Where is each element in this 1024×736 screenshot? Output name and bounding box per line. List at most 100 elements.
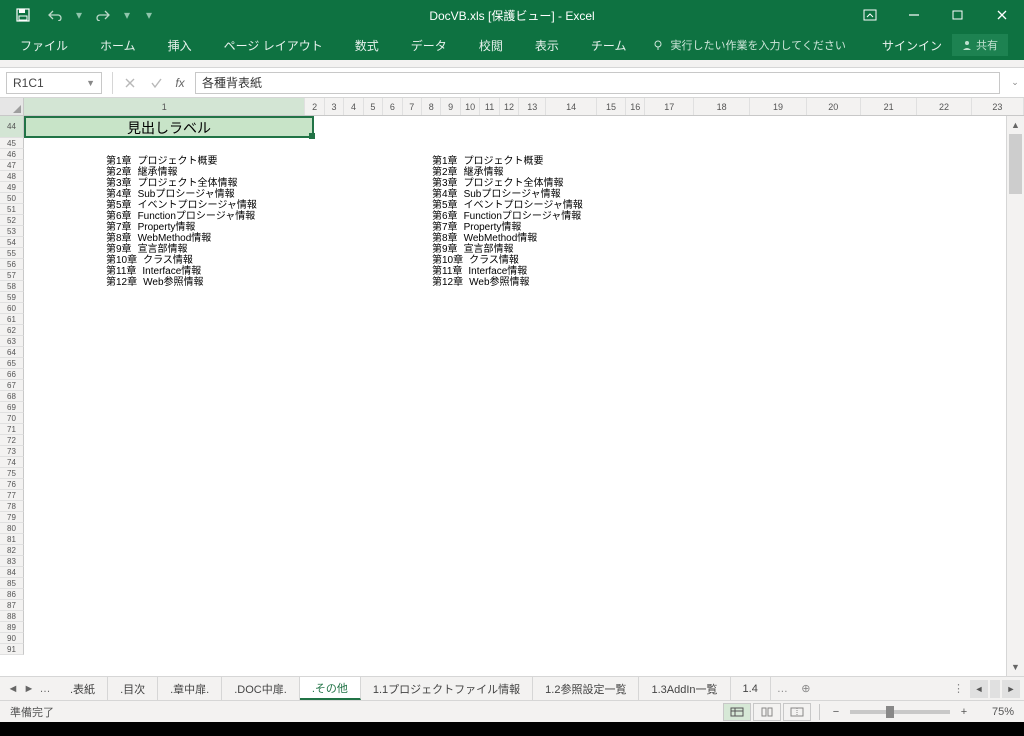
row-header[interactable]: 57 <box>0 270 24 281</box>
sheet-tab[interactable]: .その他 <box>300 677 361 700</box>
zoom-out-button[interactable]: − <box>828 706 844 718</box>
chevron-down-icon[interactable]: ▾ <box>120 8 134 22</box>
scroll-divider[interactable]: ⋮ <box>949 682 968 695</box>
column-header[interactable]: 11 <box>480 98 499 115</box>
row-header[interactable]: 56 <box>0 259 24 270</box>
row-header[interactable]: 44 <box>0 116 24 138</box>
column-header[interactable]: 15 <box>597 98 626 115</box>
row-header[interactable]: 62 <box>0 325 24 336</box>
row-header[interactable]: 50 <box>0 193 24 204</box>
row-header[interactable]: 53 <box>0 226 24 237</box>
row-header[interactable]: 63 <box>0 336 24 347</box>
insert-function-button[interactable]: fx <box>169 76 191 90</box>
tab-scroll-more[interactable]: … <box>38 683 52 695</box>
tab-scroll-first[interactable]: ◄ <box>6 683 20 695</box>
column-header[interactable]: 17 <box>645 98 694 115</box>
selected-cell[interactable]: 見出しラベル <box>24 116 314 138</box>
hscroll-left-button[interactable]: ◄ <box>970 680 988 698</box>
minimize-button[interactable] <box>892 0 936 30</box>
row-header[interactable]: 73 <box>0 446 24 457</box>
scroll-up-button[interactable]: ▲ <box>1007 116 1024 134</box>
vertical-scrollbar[interactable]: ▲ ▼ <box>1006 116 1024 676</box>
tab-home[interactable]: ホーム <box>86 30 150 60</box>
name-box[interactable]: R1C1 ▼ <box>6 72 102 94</box>
sheet-tab[interactable]: 1.1プロジェクトファイル情報 <box>361 677 533 700</box>
row-header[interactable]: 70 <box>0 413 24 424</box>
tab-more-icon[interactable]: … <box>771 683 794 695</box>
row-header[interactable]: 91 <box>0 644 24 655</box>
zoom-slider[interactable] <box>850 710 950 714</box>
undo-button[interactable] <box>40 2 70 28</box>
expand-formula-bar-button[interactable]: ⌄ <box>1006 77 1024 88</box>
chevron-down-icon[interactable]: ▾ <box>72 8 86 22</box>
row-header[interactable]: 45 <box>0 138 24 149</box>
column-header[interactable]: 4 <box>344 98 363 115</box>
column-header[interactable]: 2 <box>305 98 324 115</box>
row-header[interactable]: 85 <box>0 578 24 589</box>
row-header[interactable]: 75 <box>0 468 24 479</box>
row-header[interactable]: 79 <box>0 512 24 523</box>
column-header[interactable]: 1 <box>24 98 305 115</box>
fill-handle[interactable] <box>309 133 315 139</box>
ribbon-display-button[interactable] <box>848 0 892 30</box>
zoom-value[interactable]: 75% <box>974 706 1014 718</box>
row-header[interactable]: 83 <box>0 556 24 567</box>
column-header[interactable]: 18 <box>694 98 750 115</box>
select-all-button[interactable] <box>0 98 24 116</box>
row-header[interactable]: 67 <box>0 380 24 391</box>
row-header[interactable]: 51 <box>0 204 24 215</box>
maximize-button[interactable] <box>936 0 980 30</box>
column-header[interactable]: 21 <box>861 98 917 115</box>
new-sheet-button[interactable]: ⊕ <box>794 682 818 695</box>
sheet-tab[interactable]: 1.2参照設定一覧 <box>533 677 639 700</box>
zoom-in-button[interactable]: + <box>956 706 972 718</box>
sheet-tab[interactable]: 1.4 <box>731 677 771 700</box>
close-button[interactable] <box>980 0 1024 30</box>
sheet-tab[interactable]: .目次 <box>108 677 158 700</box>
row-header[interactable]: 61 <box>0 314 24 325</box>
row-header[interactable]: 59 <box>0 292 24 303</box>
column-header[interactable]: 10 <box>461 98 480 115</box>
column-header[interactable]: 13 <box>519 98 546 115</box>
hscroll-right-button[interactable]: ► <box>1002 680 1020 698</box>
column-header[interactable]: 23 <box>972 98 1024 115</box>
scroll-thumb[interactable] <box>1009 134 1022 194</box>
column-header[interactable]: 3 <box>325 98 344 115</box>
column-header[interactable]: 20 <box>807 98 861 115</box>
row-header[interactable]: 66 <box>0 369 24 380</box>
column-header[interactable]: 5 <box>364 98 383 115</box>
view-pagelayout-button[interactable] <box>753 703 781 721</box>
row-header[interactable]: 46 <box>0 149 24 160</box>
tab-pagelayout[interactable]: ページ レイアウト <box>210 30 337 60</box>
tab-formulas[interactable]: 数式 <box>341 30 393 60</box>
row-header[interactable]: 49 <box>0 182 24 193</box>
row-header[interactable]: 89 <box>0 622 24 633</box>
horizontal-scrollbar[interactable]: ⋮ ◄ ► <box>949 680 1024 698</box>
column-header[interactable]: 8 <box>422 98 441 115</box>
row-header[interactable]: 71 <box>0 424 24 435</box>
sheet-tab[interactable]: .DOC中扉. <box>222 677 300 700</box>
chevron-down-icon[interactable]: ▼ <box>86 78 95 88</box>
cancel-formula-button[interactable] <box>117 72 143 94</box>
row-header[interactable]: 48 <box>0 171 24 182</box>
enter-formula-button[interactable] <box>143 72 169 94</box>
row-header[interactable]: 82 <box>0 545 24 556</box>
share-button[interactable]: 共有 <box>952 34 1008 56</box>
view-normal-button[interactable] <box>723 703 751 721</box>
qat-customize-icon[interactable]: ▾ <box>142 8 156 22</box>
tab-insert[interactable]: 挿入 <box>154 30 206 60</box>
cell-area[interactable]: 見出しラベル 第1章プロジェクト概要第2章継承情報第3章プロジェクト全体情報第4… <box>24 116 1024 676</box>
tell-me-search[interactable]: 実行したい作業を入力してください <box>652 37 845 53</box>
row-header[interactable]: 47 <box>0 160 24 171</box>
tab-data[interactable]: データ <box>397 30 461 60</box>
sheet-tab[interactable]: .表紙 <box>58 677 108 700</box>
redo-button[interactable] <box>88 2 118 28</box>
row-header[interactable]: 84 <box>0 567 24 578</box>
sheet-tab[interactable]: .章中扉. <box>158 677 222 700</box>
row-header[interactable]: 81 <box>0 534 24 545</box>
tab-scroll-prev[interactable]: ► <box>22 683 36 695</box>
column-header[interactable]: 7 <box>403 98 422 115</box>
save-button[interactable] <box>8 2 38 28</box>
row-header[interactable]: 58 <box>0 281 24 292</box>
hscroll-thumb[interactable] <box>990 680 1000 698</box>
